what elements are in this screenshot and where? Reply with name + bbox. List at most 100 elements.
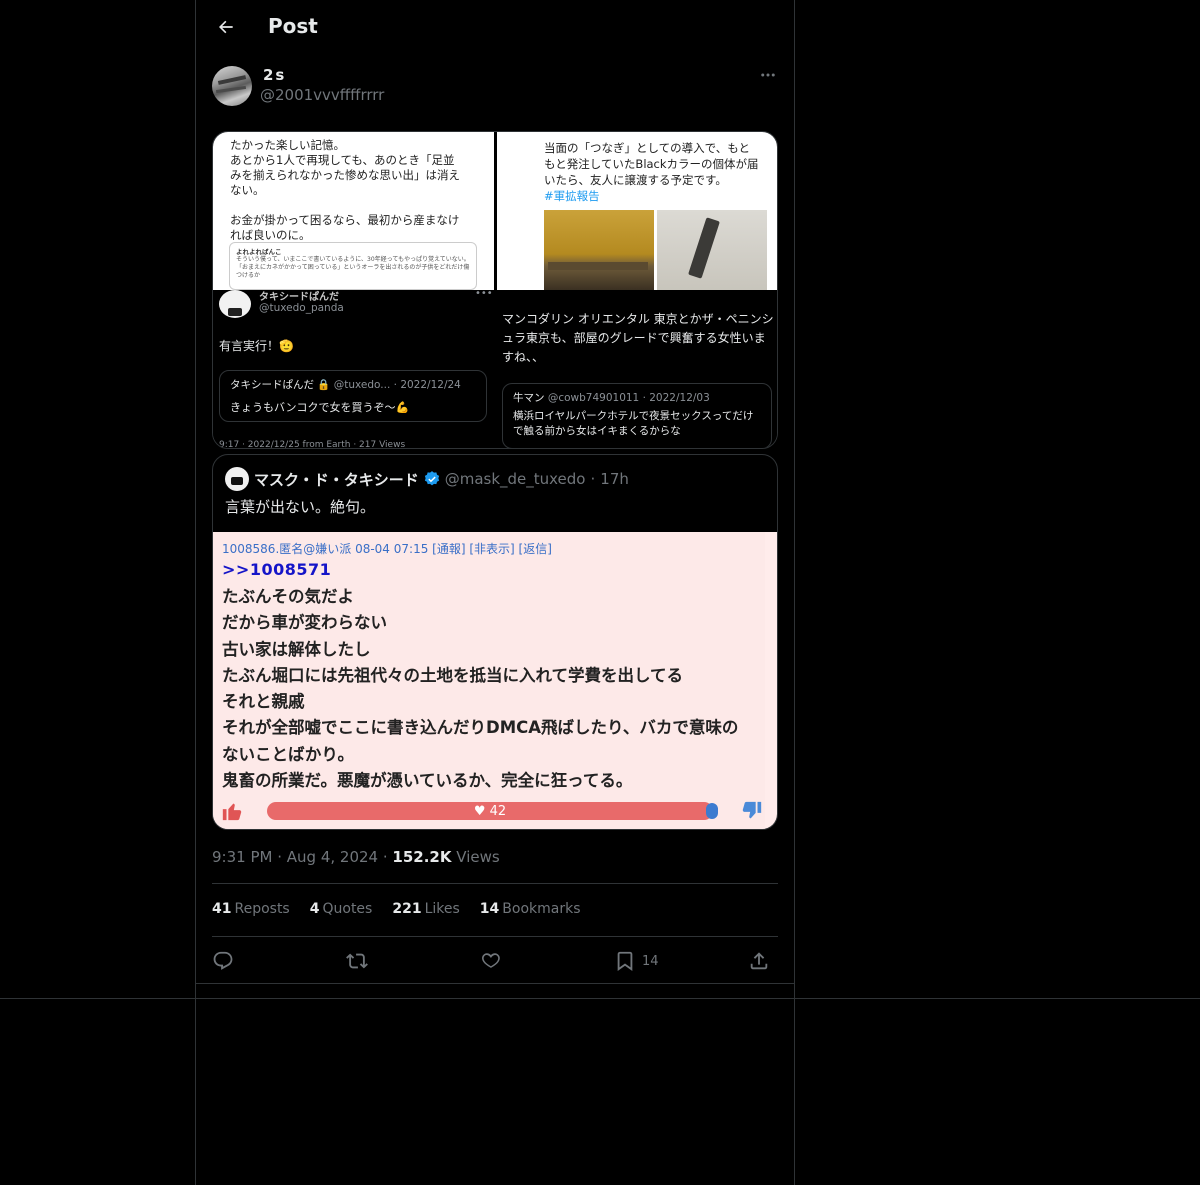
- vote-count: ♥ 42: [473, 803, 507, 819]
- photo-gun: [657, 210, 767, 290]
- likes-stat[interactable]: 221 Likes: [392, 901, 459, 917]
- vote-bar: ♥ 42: [213, 798, 777, 828]
- views-label: Views: [456, 848, 500, 866]
- reply-button[interactable]: [212, 949, 234, 973]
- post-meta: 9:31 PM · Aug 4, 2024 · 152.2K Views: [212, 848, 500, 866]
- reply-icon: [213, 951, 233, 970]
- bbs-line: だから車が変わらない: [222, 613, 387, 633]
- post-column: Post 2s @2001vvvffffrrrr たかった楽しい記憶。 あとから…: [195, 0, 795, 1185]
- quotes-label: Quotes: [322, 901, 373, 917]
- separator-dot: ·: [590, 470, 596, 488]
- bbs-post: 1008586.匿名@嫌い派 08-04 07:15 [通報] [非表示] [返…: [213, 532, 765, 829]
- reposts-count: 41: [212, 901, 232, 917]
- bbs-line: 古い家は解体したし: [222, 639, 371, 659]
- bookmark-icon: [617, 951, 633, 971]
- bookmarks-stat[interactable]: 14 Bookmarks: [480, 901, 581, 917]
- post-author: 2s @2001vvvffffrrrr: [212, 64, 778, 108]
- quoted-text: 言葉が出ない。絶句。: [225, 498, 376, 516]
- quote-text: 横浜ロイヤルパークホテルで夜景セックスってだけで触る前から女はイキまくるからな: [513, 410, 754, 437]
- verified-badge-icon: [423, 470, 441, 488]
- quoted-time: 17h: [600, 470, 629, 488]
- text-line: ない。: [230, 183, 265, 197]
- column-bottom-border: [195, 983, 795, 984]
- bbs-reply-ref: >>1008571: [222, 560, 332, 579]
- share-button[interactable]: [748, 949, 770, 973]
- author-handle[interactable]: @2001vvvffffrrrr: [260, 86, 384, 104]
- bookmarks-count: 14: [479, 901, 500, 917]
- media-image-4[interactable]: マンコダリン オリエンタル 東京とかザ・ペニンシュラ東京も、部屋のグレードで興奮…: [497, 290, 777, 448]
- media-image-3[interactable]: タキシードぱんだ @tuxedo_panda ••• 有言実行！🫡 タキシードぱ…: [213, 290, 494, 448]
- author-display-name[interactable]: 2s: [263, 66, 286, 84]
- hashtag: #軍拡報告: [544, 189, 600, 203]
- embed-name: よれよればんこ: [236, 248, 282, 256]
- embedded-text: 有言実行！🫡: [219, 339, 294, 353]
- separator-dot: ·: [277, 848, 287, 866]
- arrow-left-icon: [219, 20, 233, 34]
- embedded-quote-header: 牛マン @cowb74901011 · 2022/12/03: [513, 390, 761, 405]
- embedded-handle: @tuxedo_panda: [259, 302, 344, 314]
- repost-button[interactable]: [346, 949, 368, 973]
- image-1-embed: よれよればんこ そういう僕って、いまここで書いているように、30年経ってもやっぱ…: [229, 242, 477, 290]
- more-button[interactable]: [753, 64, 783, 86]
- divider: [212, 883, 778, 884]
- quotes-stat[interactable]: 4 Quotes: [310, 901, 373, 917]
- text-line: いたら、友人に譲渡する予定です。: [544, 173, 727, 187]
- embedded-quote: 牛マン @cowb74901011 · 2022/12/03 横浜ロイヤルパーク…: [502, 383, 772, 448]
- back-button[interactable]: [208, 9, 244, 45]
- image-2-text: 当面の「つなぎ」としての導入で、もと もと発注していたBlackカラーの個体が届…: [544, 140, 766, 204]
- quote-name: 牛マン: [513, 392, 545, 404]
- header: Post: [196, 0, 794, 54]
- bbs-meta: 1008586.匿名@嫌い派 08-04 07:15 [通報] [非表示] [返…: [222, 542, 552, 556]
- quote-name: タキシードぱんだ 🔒: [230, 379, 331, 391]
- thumbs-down-icon: [742, 801, 762, 819]
- embedded-more-icon: •••: [475, 290, 493, 299]
- engagement-stats: 41 Reposts 4 Quotes 221 Likes 14 Bookmarks: [212, 901, 581, 917]
- post-date[interactable]: Aug 4, 2024: [287, 848, 378, 866]
- bbs-line: 鬼畜の所業だ。悪魔が憑いているか、完全に狂ってる。: [222, 771, 633, 791]
- embedded-quote-header: タキシードぱんだ 🔒 @tuxedo... · 2022/12/24: [230, 377, 476, 392]
- embedded-avatar: [219, 290, 251, 318]
- bookmark-action-count: 14: [642, 953, 659, 969]
- text-line: あとから1人で再現しても、あのとき「足並: [230, 153, 455, 167]
- vote-end-marker: [706, 803, 718, 819]
- page-divider: [0, 998, 1200, 999]
- media-image-2[interactable]: 当面の「つなぎ」としての導入で、もと もと発注していたBlackカラーの個体が届…: [497, 132, 777, 290]
- quoted-avatar: [225, 467, 249, 491]
- text-line: れば良いのに。: [230, 228, 311, 242]
- bbs-line: それと親戚: [222, 692, 305, 712]
- quoted-image: 1008586.匿名@嫌い派 08-04 07:15 [通報] [非表示] [返…: [213, 532, 777, 829]
- embed-text: そういう僕って、いまここで書いているように、30年経ってもやっぱり覚えていない。…: [236, 256, 470, 279]
- media-image-1[interactable]: たかった楽しい記憶。 あとから1人で再現しても、あのとき「足並 みを揃えられなか…: [213, 132, 494, 290]
- likes-count: 221: [392, 901, 422, 917]
- share-icon: [750, 952, 768, 970]
- bbs-line: それが全部嘘でここに書き込んだりDMCA飛ばしたり、バカで意味の: [222, 718, 739, 738]
- post-time[interactable]: 9:31 PM: [212, 848, 272, 866]
- divider: [212, 936, 778, 937]
- like-button[interactable]: [480, 949, 502, 973]
- text-line: お金が掛かって困るなら、最初から産まなけ: [230, 213, 460, 227]
- quote-meta: @tuxedo... · 2022/12/24: [333, 379, 461, 391]
- photo-case: [544, 210, 654, 290]
- views-count: 152.2K: [392, 848, 452, 866]
- quoted-post[interactable]: マスク・ド・タキシード @mask_de_tuxedo · 17h 言葉が出ない…: [212, 454, 778, 830]
- quote-text: きょうもバンコクで女を買うぞ〜💪: [230, 401, 410, 414]
- repost-icon: [346, 953, 368, 969]
- embedded-text: マンコダリン オリエンタル 東京とかザ・ペニンシュラ東京も、部屋のグレードで興奮…: [502, 312, 774, 364]
- bbs-line: たぶん堀口には先祖代々の土地を抵当に入れて学費を出してる: [222, 665, 684, 685]
- separator-dot: ·: [382, 848, 393, 866]
- vote-track: ♥ 42: [267, 802, 713, 820]
- quoted-handle: @mask_de_tuxedo: [444, 470, 586, 488]
- avatar[interactable]: [212, 66, 252, 106]
- more-icon: [761, 73, 775, 77]
- text-line: 当面の「つなぎ」としての導入で、もと: [544, 141, 750, 155]
- page-title: Post: [268, 14, 318, 38]
- text-line: たかった楽しい記憶。: [230, 138, 345, 152]
- bookmarks-label: Bookmarks: [502, 901, 581, 917]
- reposts-stat[interactable]: 41 Reposts: [212, 901, 290, 917]
- bbs-body: たぶんその気だよ だから車が変わらない 古い家は解体したし たぶん堀口には先祖代…: [222, 584, 770, 794]
- bbs-line: ないことばかり。: [222, 744, 354, 764]
- reposts-label: Reposts: [234, 901, 290, 917]
- bookmark-button[interactable]: 14: [614, 949, 659, 973]
- quote-meta: @cowb74901011 · 2022/12/03: [547, 392, 710, 404]
